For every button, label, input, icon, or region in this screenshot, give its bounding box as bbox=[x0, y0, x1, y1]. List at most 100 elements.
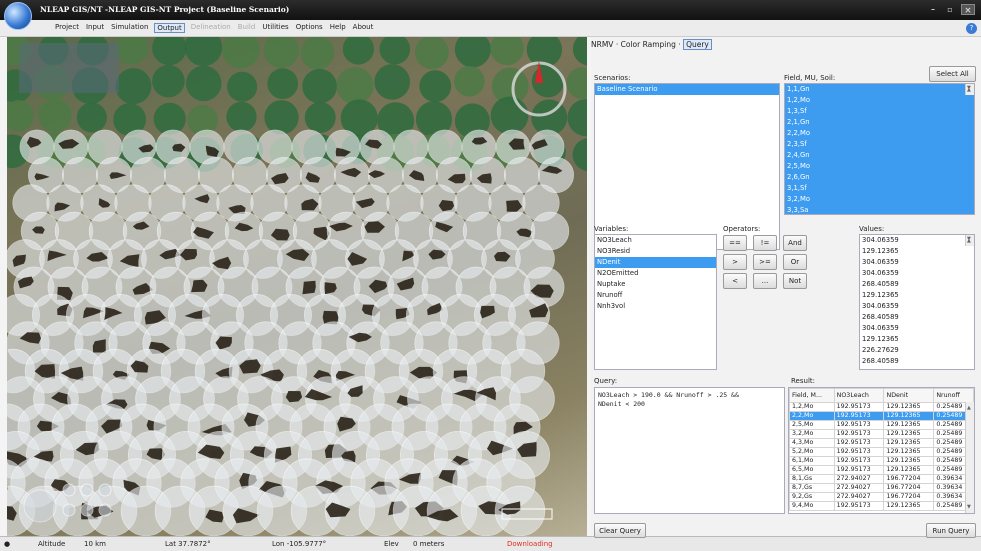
list-item[interactable]: Nuptake bbox=[595, 279, 716, 290]
fields-scrollbar[interactable] bbox=[965, 84, 974, 96]
close-icon[interactable]: ✕ bbox=[961, 4, 975, 15]
table-row[interactable]: 2,5,Mo 192.95173 129.12365 0.25489 bbox=[789, 420, 974, 430]
list-item[interactable]: Baseline Scenario bbox=[595, 84, 779, 95]
operators-label: Operators: bbox=[723, 225, 761, 233]
menu-item-simulation[interactable]: Simulation bbox=[110, 23, 149, 33]
list-item[interactable]: 226.27629 bbox=[860, 345, 974, 356]
list-item[interactable]: N2OEmitted bbox=[595, 268, 716, 279]
operator-button[interactable]: < bbox=[723, 273, 747, 289]
operator-button[interactable]: Not bbox=[783, 273, 807, 289]
pivot-field bbox=[567, 99, 587, 137]
list-item[interactable]: 2,3,Sf bbox=[785, 139, 974, 150]
table-cell: 129.12365 bbox=[883, 429, 935, 439]
minimize-icon[interactable]: – bbox=[927, 4, 939, 15]
menu-item-help[interactable]: Help bbox=[329, 23, 347, 33]
result-scrollbar[interactable] bbox=[965, 402, 974, 513]
table-row[interactable]: 5,2,Mo 192.95173 129.12365 0.25489 bbox=[789, 447, 974, 457]
pivot-field bbox=[152, 64, 185, 98]
field-overlay bbox=[7, 37, 587, 536]
menu-item-about[interactable]: About bbox=[352, 23, 375, 33]
menu-item-options[interactable]: Options bbox=[295, 23, 324, 33]
result-table-container[interactable]: Field, M... NO3Leach NDenit Nrunoff 1,2,Mo 19… bbox=[788, 387, 975, 514]
result-column-header[interactable]: Field, M... bbox=[789, 388, 835, 403]
operator-button[interactable]: Or bbox=[783, 254, 807, 270]
pivot-field bbox=[227, 71, 258, 102]
help-icon[interactable]: ? bbox=[966, 23, 977, 34]
operator-button[interactable]: > bbox=[723, 254, 747, 270]
list-item[interactable]: 129.12365 bbox=[860, 290, 974, 301]
list-item[interactable]: 304.06359 bbox=[860, 257, 974, 268]
restore-icon[interactable]: ▫ bbox=[944, 4, 956, 15]
list-item[interactable]: 2,1,Gn bbox=[785, 117, 974, 128]
pivot-field bbox=[302, 68, 337, 104]
altitude-value: 10 km bbox=[84, 540, 107, 548]
values-scrollbar[interactable] bbox=[965, 235, 974, 247]
table-row[interactable]: 9,2,Gs 272.94027 196.77204 0.39634 bbox=[789, 492, 974, 502]
satellite-map[interactable] bbox=[7, 37, 587, 536]
list-item[interactable]: 2,6,Gn bbox=[785, 172, 974, 183]
variables-list[interactable]: NO3Leach NO3Resid NDenit N2OEmitted Nuptake N… bbox=[594, 234, 717, 370]
table-row[interactable]: 9,4,Mo 192.95173 129.12365 0.25489 bbox=[789, 501, 974, 511]
query-input[interactable]: NO3Leach > 190.0 && Nrunoff > .25 && NDe… bbox=[594, 387, 785, 514]
list-item[interactable]: 2,5,Mo bbox=[785, 161, 974, 172]
table-row[interactable]: 6,1,Mo 192.95173 129.12365 0.25489 bbox=[789, 456, 974, 466]
tab-query[interactable]: Query bbox=[683, 39, 712, 50]
list-item[interactable]: 129.12365 bbox=[860, 334, 974, 345]
menu-item-project[interactable]: Project bbox=[54, 23, 80, 33]
pivot-field bbox=[264, 100, 299, 135]
result-column-header[interactable]: NO3Leach bbox=[833, 388, 885, 403]
list-item[interactable]: 304.06359 bbox=[860, 301, 974, 312]
list-item[interactable]: 3,3,Sa bbox=[785, 205, 974, 214]
result-column-header[interactable]: NDenit bbox=[883, 388, 935, 403]
select-all-button[interactable]: Select All bbox=[929, 66, 976, 82]
list-item[interactable]: 2,4,Gn bbox=[785, 150, 974, 161]
table-row[interactable]: 8,7,Gs 272.94027 196.77204 0.39634 bbox=[789, 483, 974, 493]
table-row[interactable]: 1,2,Mo 192.95173 129.12365 0.25489 bbox=[789, 402, 974, 412]
clear-query-button[interactable]: Clear Query bbox=[594, 523, 646, 538]
list-item[interactable]: 1,3,Sf bbox=[785, 106, 974, 117]
list-item[interactable]: 304.06359 bbox=[860, 323, 974, 334]
menu-item-output[interactable]: Output bbox=[154, 23, 185, 33]
list-item[interactable]: 268.40589 bbox=[860, 312, 974, 323]
list-item[interactable]: Nnh3vol bbox=[595, 301, 716, 312]
table-cell: 5,2,Mo bbox=[789, 447, 835, 457]
list-item[interactable]: 1,1,Gn bbox=[785, 84, 974, 95]
table-row[interactable]: 2,2,Mo 192.95173 129.12365 0.25489 bbox=[789, 411, 974, 421]
list-item[interactable]: 3,1,Sf bbox=[785, 183, 974, 194]
menu-item-input[interactable]: Input bbox=[85, 23, 105, 33]
list-item[interactable]: 2,2,Mo bbox=[785, 128, 974, 139]
operator-button[interactable]: ... bbox=[753, 273, 777, 289]
menu-item-utilities[interactable]: Utilities bbox=[261, 23, 289, 33]
result-table: Field, M... NO3Leach NDenit Nrunoff 1,2,Mo 19… bbox=[789, 388, 974, 511]
fields-list[interactable]: 1,1,Gn 1,2,Mo 1,3,Sf 2,1,Gn 2,2,Mo 2,3,Sf 2,4,… bbox=[784, 83, 975, 215]
table-cell: 129.12365 bbox=[883, 402, 935, 412]
table-row[interactable]: 6,5,Mo 192.95173 129.12365 0.25489 bbox=[789, 465, 974, 475]
tab-color-ramping[interactable]: Color Ramping bbox=[621, 40, 676, 49]
download-status: Downloading bbox=[507, 540, 553, 548]
list-item[interactable]: 268.40589 bbox=[860, 279, 974, 290]
list-item[interactable]: 129.12365 bbox=[860, 246, 974, 257]
table-row[interactable]: 3,2,Mo 192.95173 129.12365 0.25489 bbox=[789, 429, 974, 439]
run-query-button[interactable]: Run Query bbox=[926, 523, 976, 538]
list-item[interactable]: NO3Leach bbox=[595, 235, 716, 246]
list-item[interactable]: NO3Resid bbox=[595, 246, 716, 257]
result-column-header[interactable]: Nrunoff bbox=[933, 388, 974, 403]
list-item[interactable]: 3,2,Mo bbox=[785, 194, 974, 205]
list-item[interactable]: 304.06359 bbox=[860, 268, 974, 279]
tab-nrmv[interactable]: NRMV bbox=[591, 40, 613, 49]
pivot-field bbox=[490, 96, 529, 135]
table-row[interactable]: 8,1,Gs 272.94027 196.77204 0.39634 bbox=[789, 474, 974, 484]
operator-button[interactable]: >= bbox=[753, 254, 777, 270]
tab-separator: · bbox=[615, 40, 619, 49]
values-list[interactable]: 304.06359 129.12365 304.06359 304.06359 268.… bbox=[859, 234, 975, 370]
list-item[interactable]: Nrunoff bbox=[595, 290, 716, 301]
list-item[interactable]: 1,2,Mo bbox=[785, 95, 974, 106]
operator-button[interactable]: And bbox=[783, 235, 807, 251]
operator-button[interactable]: == bbox=[723, 235, 747, 251]
pivot-field bbox=[185, 65, 222, 102]
table-row[interactable]: 4,3,Mo 192.95173 129.12365 0.25489 bbox=[789, 438, 974, 448]
list-item[interactable]: 304.06359 bbox=[860, 235, 974, 246]
list-item[interactable]: NDenit bbox=[595, 257, 716, 268]
operator-button[interactable]: != bbox=[753, 235, 777, 251]
list-item[interactable]: 268.40589 bbox=[860, 356, 974, 367]
